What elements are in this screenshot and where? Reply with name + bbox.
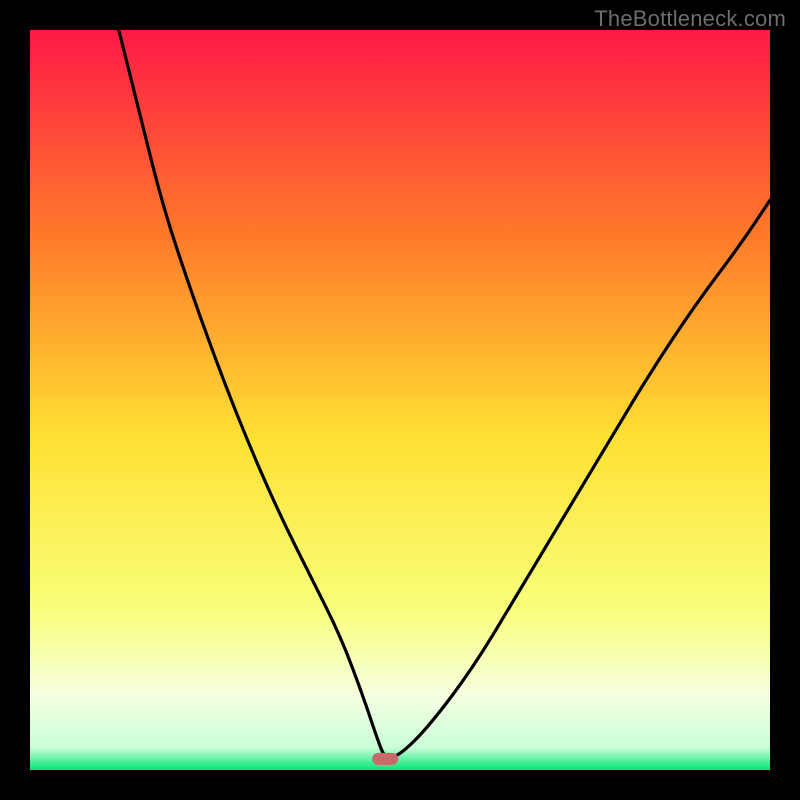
plot-area <box>30 30 770 770</box>
chart-svg <box>30 30 770 770</box>
chart-frame: TheBottleneck.com <box>0 0 800 800</box>
gradient-background <box>30 30 770 770</box>
optimal-marker <box>372 753 398 765</box>
watermark-text: TheBottleneck.com <box>594 6 786 32</box>
